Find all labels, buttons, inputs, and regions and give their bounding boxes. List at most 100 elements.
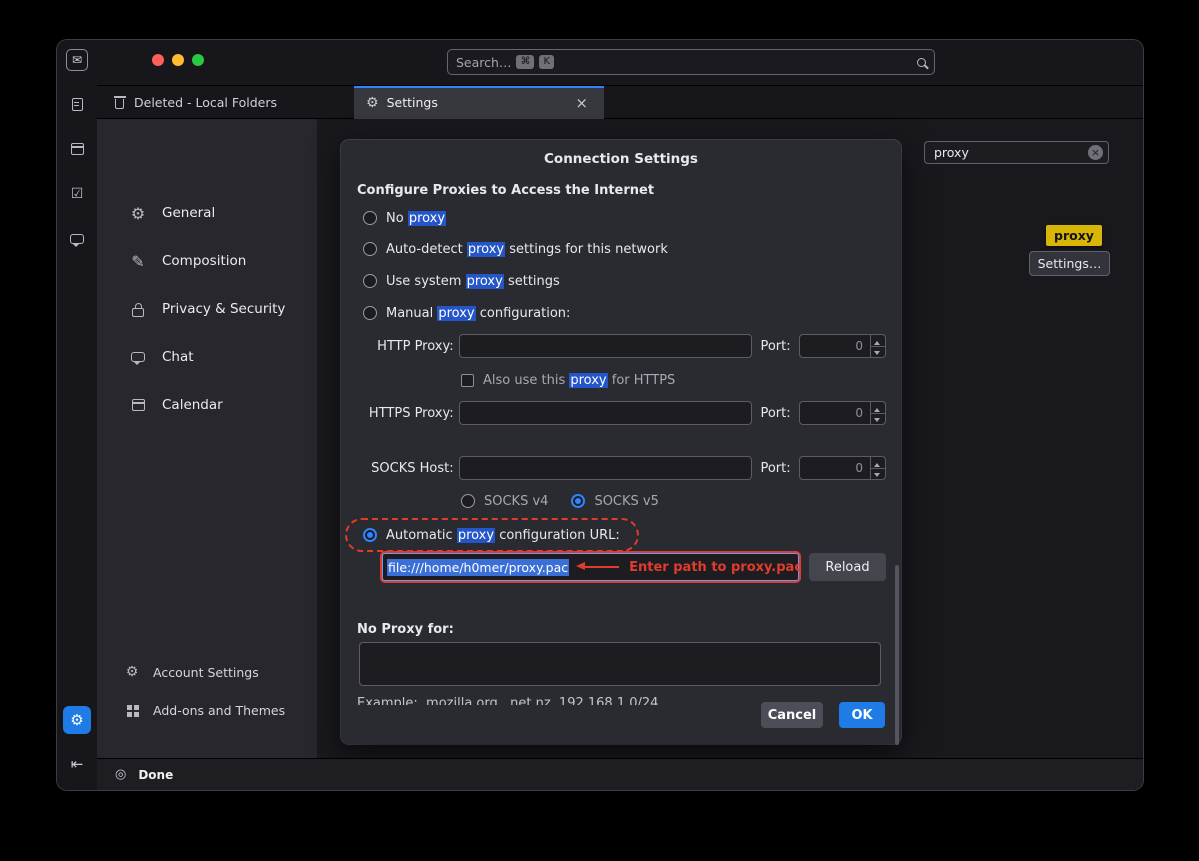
sidebar-item-label: Composition [162, 253, 246, 269]
find-highlight: proxy [466, 274, 504, 289]
search-placeholder: Search… [456, 55, 511, 70]
https-proxy-row: HTTPS Proxy: Port: 0 [357, 400, 886, 426]
radio-socks-v5[interactable] [571, 494, 585, 508]
http-proxy-row: HTTP Proxy: Port: 0 [357, 333, 886, 359]
sidebar-item-privacy-security[interactable]: Privacy & Security [97, 285, 317, 333]
port-label: Port: [760, 406, 793, 421]
tasks-icon: ☑ [71, 186, 84, 202]
checkbox-icon [461, 374, 474, 387]
dialog-title: Connection Settings [341, 151, 901, 167]
socks-host-label: SOCKS Host: [357, 461, 454, 476]
auto-proxy-url-input[interactable]: file:///home/h0mer/proxy.pac Enter path … [382, 553, 799, 581]
radio-socks-v4[interactable] [461, 494, 475, 508]
dialog-scrollbar[interactable] [895, 565, 899, 745]
status-bar: ◎ Done [97, 758, 1143, 790]
pencil-icon: ✎ [129, 252, 147, 271]
active-tab-indicator [354, 86, 604, 88]
radio-autodetect-proxy[interactable]: Auto-detect proxy settings for this netw… [363, 240, 668, 258]
step-down-icon[interactable] [871, 469, 885, 480]
minimize-window-button[interactable] [172, 54, 184, 66]
find-highlight: proxy [437, 306, 475, 321]
tab-settings[interactable]: ⚙ Settings × [354, 86, 604, 119]
http-proxy-label: HTTP Proxy: [357, 339, 454, 354]
radio-icon [363, 306, 377, 320]
address-book-icon [72, 98, 83, 111]
collapse-spaces-button[interactable]: ⇤ [65, 752, 89, 776]
reload-button[interactable]: Reload [809, 553, 886, 581]
step-up-icon[interactable] [871, 335, 885, 347]
auto-proxy-url-row: file:///home/h0mer/proxy.pac Enter path … [382, 552, 886, 582]
radio-icon [363, 528, 377, 542]
radio-no-proxy[interactable]: No proxy [363, 209, 446, 227]
tasks-button[interactable]: ☑ [67, 184, 87, 204]
sidebar-item-general[interactable]: ⚙ General [97, 189, 317, 237]
https-proxy-label: HTTPS Proxy: [357, 406, 454, 421]
connection-settings-dialog: Connection Settings Configure Proxies to… [341, 140, 901, 744]
https-proxy-input[interactable] [459, 401, 753, 425]
ok-button[interactable]: OK [839, 702, 885, 728]
radio-manual-proxy[interactable]: Manual proxy configuration: [363, 304, 570, 322]
number-stepper[interactable] [870, 335, 885, 357]
tab-deleted-local-folders[interactable]: Deleted - Local Folders [115, 86, 277, 119]
gear-icon: ⚙ [129, 204, 147, 223]
sidebar-item-label: Add-ons and Themes [153, 703, 285, 718]
settings-search-input[interactable]: proxy × [924, 141, 1109, 164]
sidebar-item-chat[interactable]: Chat [97, 333, 317, 381]
step-up-icon[interactable] [871, 402, 885, 414]
cancel-button[interactable]: Cancel [761, 702, 823, 728]
use-proxy-for-https-checkbox[interactable]: Also use this proxy for HTTPS [461, 371, 675, 389]
settings-space-button[interactable]: ⚙ [63, 706, 91, 734]
no-proxy-for-textarea[interactable] [359, 642, 881, 686]
connection-settings-button[interactable]: Settings… [1029, 251, 1110, 276]
step-down-icon[interactable] [871, 414, 885, 425]
lock-icon [132, 308, 144, 317]
close-icon[interactable]: × [571, 94, 592, 112]
global-search-input[interactable]: Search… ⌘ K [447, 49, 935, 75]
http-proxy-input[interactable] [459, 334, 753, 358]
example-text-clipped: Example: .mozilla.org, .net.nz, 192.168.… [357, 697, 757, 705]
settings-search-value: proxy [934, 145, 969, 160]
number-stepper[interactable] [870, 457, 885, 479]
selected-url-text: file:///home/h0mer/proxy.pac [387, 559, 569, 576]
mail-space-button[interactable]: ✉ [66, 49, 88, 71]
dialog-heading: Configure Proxies to Access the Internet [357, 183, 654, 198]
find-highlight: proxy [408, 211, 446, 226]
calendar-icon [71, 143, 84, 155]
radio-icon [363, 242, 377, 256]
unified-toolbar: Search… ⌘ K ≡ [97, 40, 1143, 86]
socks-host-input[interactable] [459, 456, 753, 480]
search-match-highlight: proxy [1046, 225, 1102, 246]
sidebar-item-label: General [162, 205, 215, 221]
activity-icon: ◎ [115, 767, 126, 782]
radio-system-proxy[interactable]: Use system proxy settings [363, 272, 560, 290]
https-port-input[interactable]: 0 [799, 401, 886, 425]
sidebar-item-calendar[interactable]: Calendar [97, 381, 317, 429]
port-label: Port: [760, 461, 793, 476]
socks-v4-label: SOCKS v4 [484, 494, 548, 509]
tab-label: Settings [387, 95, 438, 110]
mail-icon: ✉ [72, 53, 82, 67]
annotation-text: Enter path to proxy.pac [629, 560, 802, 575]
socks-port-input[interactable]: 0 [799, 456, 886, 480]
find-highlight: proxy [467, 242, 505, 257]
app-window: ✉ ☑ ⚙ ⇤ Search… ⌘ K ≡ [57, 40, 1143, 790]
sidebar-item-label: Privacy & Security [162, 301, 285, 317]
search-icon [917, 58, 926, 67]
close-window-button[interactable] [152, 54, 164, 66]
sidebar-item-account-settings[interactable]: ⚙ Account Settings [97, 653, 317, 691]
clear-search-icon[interactable]: × [1088, 145, 1103, 160]
zoom-window-button[interactable] [192, 54, 204, 66]
address-book-button[interactable] [67, 94, 87, 114]
chat-space-button[interactable] [67, 229, 87, 249]
port-label: Port: [760, 339, 793, 354]
tab-bar: Deleted - Local Folders ⚙ Settings × [97, 86, 1143, 119]
number-stepper[interactable] [870, 402, 885, 424]
step-up-icon[interactable] [871, 457, 885, 469]
calendar-space-button[interactable] [67, 139, 87, 159]
socks-version-row: SOCKS v4 SOCKS v5 [461, 492, 659, 510]
step-down-icon[interactable] [871, 347, 885, 358]
http-port-input[interactable]: 0 [799, 334, 886, 358]
sidebar-item-composition[interactable]: ✎ Composition [97, 237, 317, 285]
radio-automatic-proxy-url[interactable]: Automatic proxy configuration URL: [363, 526, 620, 544]
sidebar-item-addons-themes[interactable]: Add-ons and Themes [97, 691, 317, 729]
